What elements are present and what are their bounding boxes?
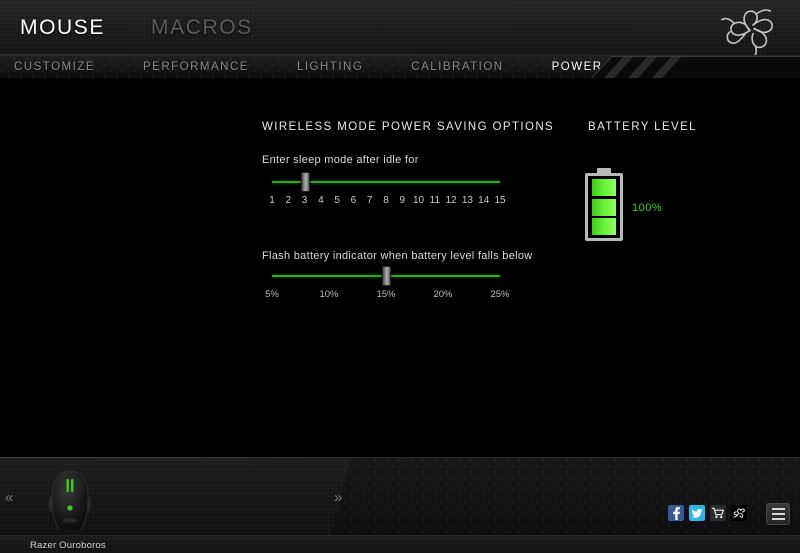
twitter-icon[interactable]	[689, 505, 705, 521]
section-title-wireless-power: WIRELESS MODE POWER SAVING OPTIONS	[262, 121, 555, 133]
mouse-image	[49, 470, 91, 535]
sleep-tick-15: 15	[494, 195, 506, 206]
footer-bar	[0, 535, 800, 553]
sub-tab-bar: CUSTOMIZE PERFORMANCE LIGHTING CALIBRATI…	[0, 55, 800, 79]
sleep-tick-2: 2	[285, 195, 292, 206]
battery-percent-label: 100%	[632, 202, 663, 214]
battery-segment	[592, 218, 616, 235]
device-bar-top-divider	[0, 457, 800, 458]
flash-indicator-label: Flash battery indicator when battery lev…	[262, 250, 533, 262]
sleep-tick-10: 10	[413, 195, 425, 206]
main-tab-mouse[interactable]: MOUSE	[20, 17, 105, 38]
battery-level-title: BATTERY LEVEL	[588, 121, 697, 133]
tab-calibration[interactable]: CALIBRATION	[411, 61, 503, 73]
tab-lighting[interactable]: LIGHTING	[297, 61, 363, 73]
battery-segment	[592, 198, 616, 216]
flash-tick-15pct: 15%	[376, 289, 396, 300]
hamburger-menu-button[interactable]	[766, 503, 790, 525]
facebook-icon[interactable]	[668, 505, 684, 521]
sleep-tick-6: 6	[350, 195, 357, 206]
battery-body	[585, 173, 623, 241]
battery-segment	[592, 179, 616, 196]
sleep-tick-4: 4	[318, 195, 324, 206]
carousel-prev-arrow[interactable]: «	[5, 490, 13, 505]
razer-icon[interactable]	[731, 505, 747, 521]
sleep-tick-7: 7	[366, 195, 373, 206]
social-icon-group	[668, 505, 747, 521]
sleep-tick-11: 11	[429, 195, 441, 206]
main-tab-bar: MOUSE MACROS	[0, 0, 299, 55]
main-tab-macros[interactable]: MACROS	[151, 17, 253, 38]
sleep-mode-label: Enter sleep mode after idle for	[262, 154, 419, 166]
sleep-slider-ticks: 1 2 3 4 5 6 7 8 9 10 11 12 13 14 15	[269, 195, 505, 209]
tab-bar-slash-decoration	[590, 56, 800, 78]
battery-indicator	[585, 168, 623, 244]
flash-tick-10pct: 10%	[319, 289, 339, 300]
flash-tick-5pct: 5%	[265, 289, 279, 300]
sleep-tick-12: 12	[445, 195, 457, 206]
sleep-tick-1: 1	[269, 195, 275, 206]
device-carousel-bar: « »	[0, 457, 800, 535]
cart-icon[interactable]	[710, 505, 726, 521]
sleep-tick-14: 14	[478, 195, 490, 206]
sleep-slider-handle[interactable]	[300, 172, 310, 192]
menu-line-2	[771, 513, 785, 515]
device-thumbnail-ouroboros[interactable]	[38, 465, 102, 535]
device-name-label: Razer Ouroboros	[30, 540, 106, 551]
tab-performance[interactable]: PERFORMANCE	[143, 61, 249, 73]
sleep-tick-8: 8	[383, 195, 389, 206]
sleep-tick-3: 3	[301, 195, 308, 206]
sleep-tick-9: 9	[399, 195, 406, 206]
razer-logo-icon	[710, 4, 790, 55]
carousel-next-arrow[interactable]: »	[334, 490, 342, 505]
menu-line-1	[771, 508, 785, 510]
menu-line-3	[771, 518, 785, 520]
sleep-tick-5: 5	[334, 195, 340, 206]
flash-tick-25pct: 25%	[490, 289, 510, 300]
app-header: MOUSE MACROS	[0, 0, 800, 55]
sleep-tick-13: 13	[461, 195, 473, 206]
main-content: WIRELESS MODE POWER SAVING OPTIONS Enter…	[0, 79, 800, 457]
flash-slider-ticks: 5% 10% 15% 20% 25%	[265, 289, 509, 303]
flash-slider-handle[interactable]	[382, 266, 391, 286]
tab-customize[interactable]: CUSTOMIZE	[14, 61, 95, 73]
flash-tick-20pct: 20%	[433, 289, 453, 300]
